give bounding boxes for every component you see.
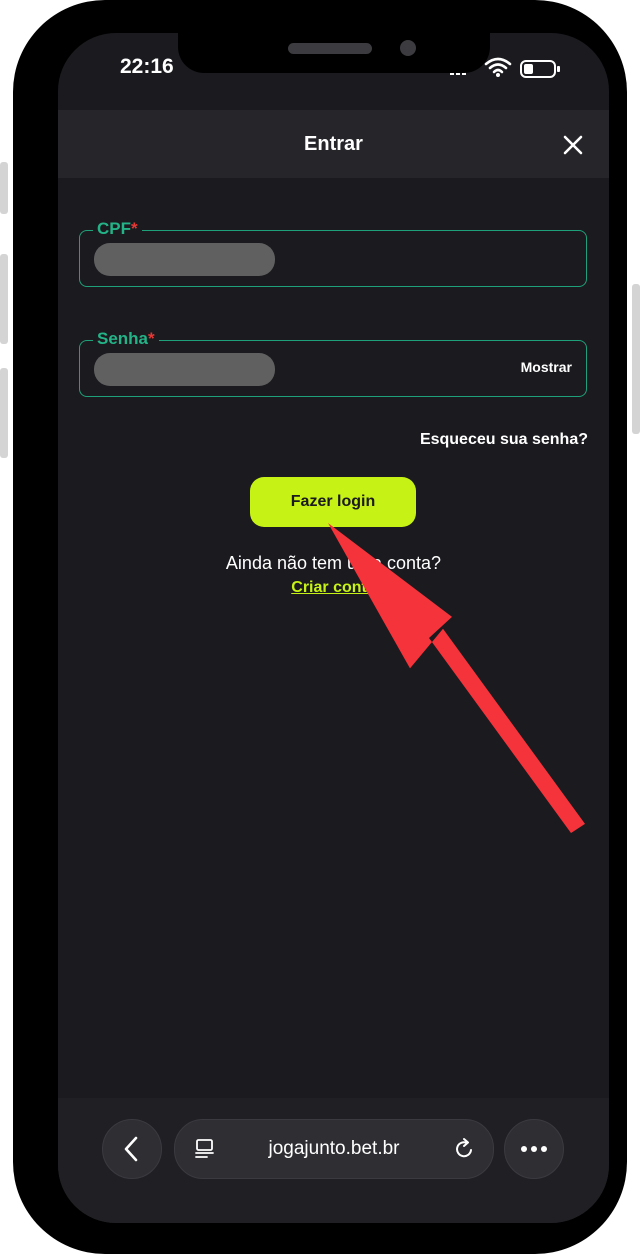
no-account-text: Ainda não tem uma conta? <box>225 553 442 573</box>
page-title: Entrar <box>304 133 363 155</box>
url-bar[interactable]: jogajunto.bet.br <box>174 1119 494 1179</box>
more-icon <box>521 1146 547 1152</box>
more-button[interactable] <box>504 1119 564 1179</box>
create-account-link[interactable]: Criar conta <box>58 579 609 597</box>
cpf-field[interactable]: CPF* <box>79 218 587 287</box>
required-mark: * <box>131 219 138 238</box>
cpf-input[interactable] <box>94 243 275 276</box>
speaker-grille <box>288 43 372 54</box>
browser-toolbar: jogajunto.bet.br <box>58 1098 609 1223</box>
required-mark: * <box>148 329 155 348</box>
phone-side-button <box>632 284 640 434</box>
notch <box>178 33 490 73</box>
password-field[interactable]: Senha* Mostrar <box>79 328 587 397</box>
show-password-button[interactable]: Mostrar <box>521 359 572 375</box>
phone-frame: 22:16 Entrar CPF* Senha* Mostrar Esquece… <box>13 0 627 1254</box>
url-text: jogajunto.bet.br <box>268 1138 400 1159</box>
forgot-password-link[interactable]: Esqueceu sua senha? <box>420 431 588 449</box>
status-time: 22:16 <box>120 55 174 78</box>
login-button[interactable]: Fazer login <box>250 477 416 527</box>
back-button[interactable] <box>102 1119 162 1179</box>
battery-icon <box>520 60 560 78</box>
phone-screen: 22:16 Entrar CPF* Senha* Mostrar Esquece… <box>58 33 609 1223</box>
cpf-label: CPF* <box>93 218 142 240</box>
close-icon[interactable] <box>558 130 588 160</box>
back-icon <box>124 1136 138 1162</box>
modal-header: Entrar <box>58 110 609 178</box>
phone-side-button <box>0 368 8 458</box>
front-camera <box>400 40 416 56</box>
password-input[interactable] <box>94 353 275 386</box>
phone-side-button <box>0 162 8 214</box>
reload-icon[interactable] <box>453 1137 477 1161</box>
password-label: Senha* <box>93 328 159 350</box>
phone-side-button <box>0 254 8 344</box>
wifi-icon <box>484 57 512 74</box>
